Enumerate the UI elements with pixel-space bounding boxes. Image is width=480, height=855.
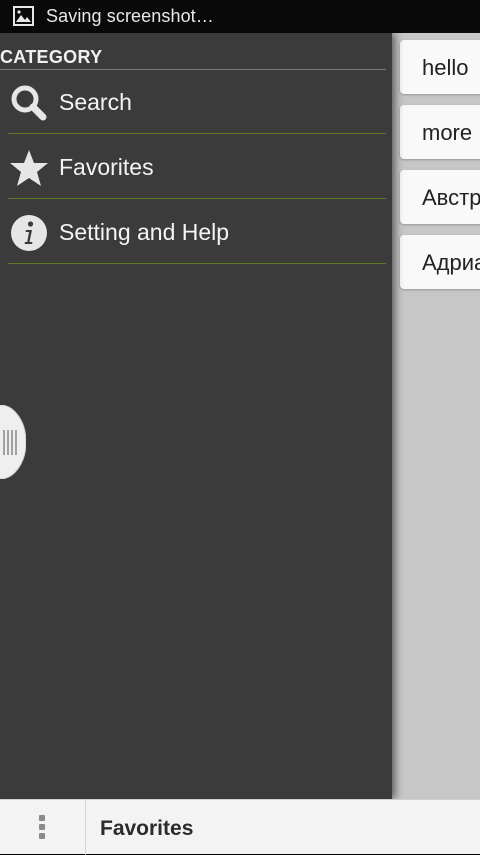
list-item-text: Австр (422, 185, 480, 210)
status-bar: Saving screenshot… (0, 0, 480, 33)
list-item-text: more (422, 120, 473, 145)
menu-item-favorites[interactable]: Favorites (8, 135, 386, 199)
bottom-bar: Favorites (0, 799, 480, 855)
divider (8, 198, 386, 199)
list-item[interactable]: Адриа (400, 235, 480, 289)
list-item[interactable]: hello (400, 40, 480, 94)
divider (8, 133, 386, 134)
status-text: Saving screenshot… (46, 6, 214, 26)
info-icon (11, 215, 47, 251)
bottom-bar-title: Favorites (100, 817, 194, 840)
overflow-menu-button[interactable] (0, 800, 86, 855)
content-panel: hello more Австр Адриа (392, 33, 480, 799)
navigation-drawer: CATEGORY Search Favorites Setting and He… (0, 33, 392, 799)
list-item[interactable]: more (400, 105, 480, 159)
list-item-text: hello (422, 55, 469, 80)
drawer-handle[interactable] (0, 405, 26, 479)
category-header: CATEGORY (0, 47, 103, 67)
divider (8, 263, 386, 264)
image-icon (13, 6, 34, 26)
list-item-text: Адриа (422, 250, 480, 275)
search-icon (11, 85, 47, 121)
menu-item-label: Search (59, 89, 132, 115)
list-item[interactable]: Австр (400, 170, 480, 224)
menu-item-label: Setting and Help (59, 219, 230, 245)
menu-item-search[interactable]: Search (8, 70, 386, 134)
menu-item-setting-and-help[interactable]: Setting and Help (8, 200, 386, 264)
star-icon (10, 150, 48, 186)
menu-item-label: Favorites (59, 154, 154, 180)
